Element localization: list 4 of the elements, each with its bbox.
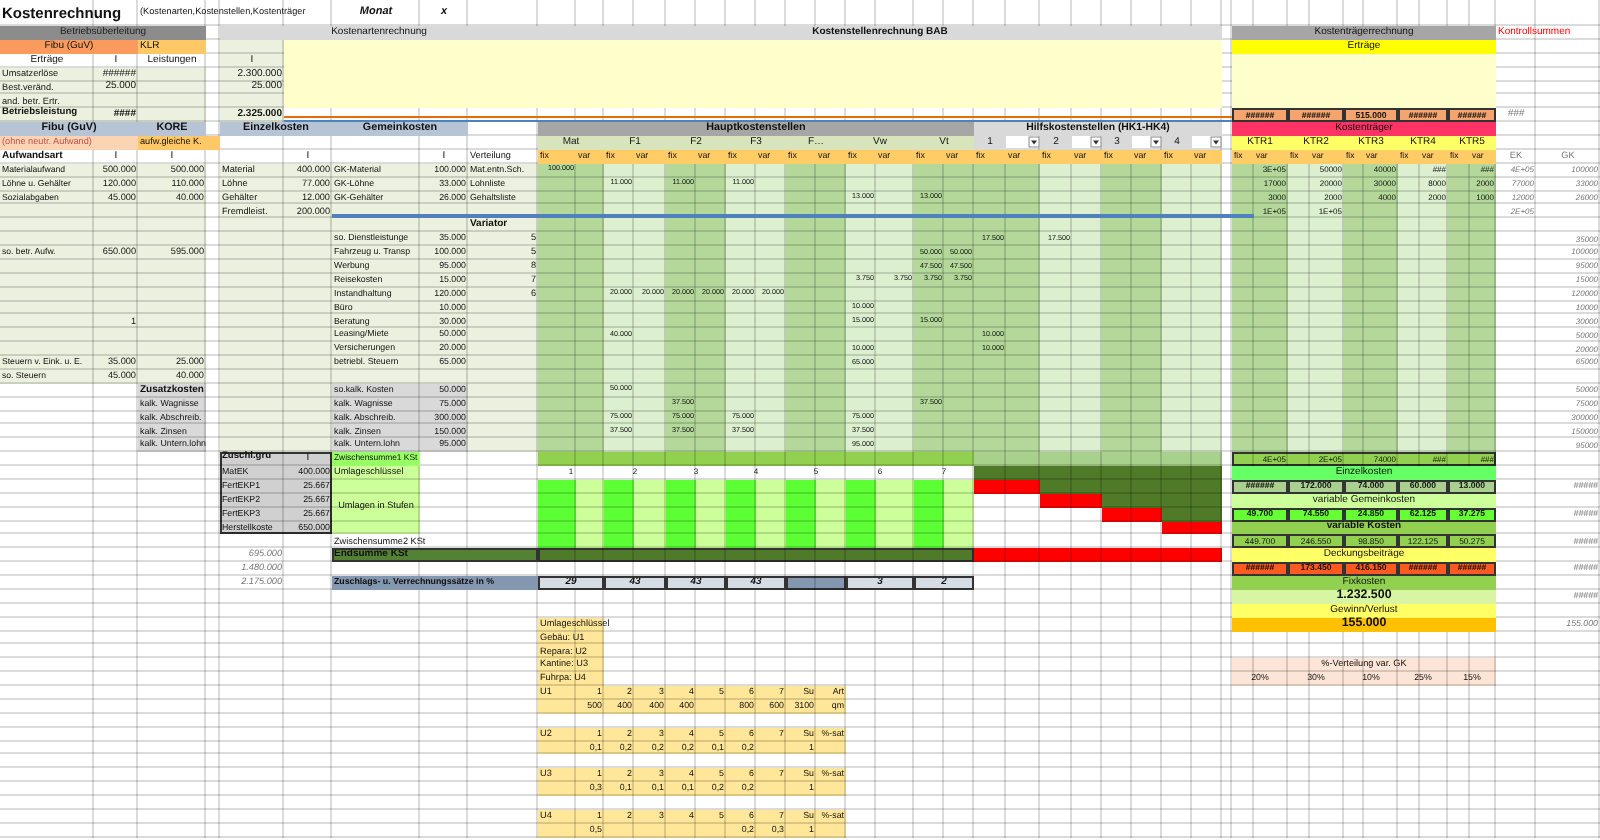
dropdown-icon[interactable] — [1028, 136, 1040, 149]
dropdown-icon[interactable] — [1090, 136, 1102, 149]
dropdown-icon[interactable] — [1150, 136, 1162, 149]
dropdown-icon[interactable] — [1210, 136, 1222, 149]
